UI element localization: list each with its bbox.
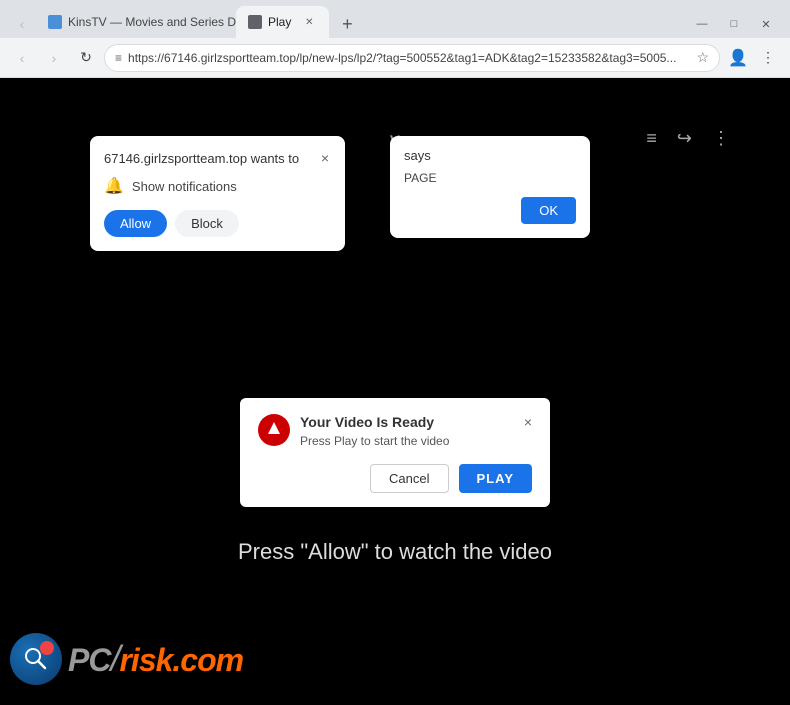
notif-permission-row: 🔔 Show notifications bbox=[104, 176, 331, 196]
cancel-button[interactable]: Cancel bbox=[370, 464, 448, 493]
chrome-browser-window: ‹ KinsTV — Movies and Series D... ✕ Play… bbox=[0, 0, 790, 705]
more-icon[interactable]: ⋮ bbox=[712, 128, 730, 149]
pcrisk-red-dot bbox=[40, 641, 54, 655]
forward-button[interactable]: › bbox=[40, 44, 68, 72]
new-tab-button[interactable]: + bbox=[333, 10, 361, 38]
tab-play[interactable]: Play ✕ bbox=[236, 6, 329, 38]
profile-icon[interactable]: 👤 bbox=[724, 44, 752, 72]
pcrisk-text: PC/risk.com bbox=[68, 638, 243, 680]
video-ready-popup: Your Video Is Ready Press Play to start … bbox=[240, 398, 550, 507]
refresh-button[interactable]: ↻ bbox=[72, 44, 100, 72]
notification-permission-popup: 67146.girlzsportteam.top wants to × 🔔 Sh… bbox=[90, 136, 345, 251]
tab-close-play[interactable]: ✕ bbox=[301, 14, 317, 30]
notif-popup-title: 67146.girlzsportteam.top wants to bbox=[104, 151, 299, 166]
press-allow-text: Press "Allow" to watch the video bbox=[238, 539, 552, 565]
tab-label-play: Play bbox=[268, 15, 291, 29]
video-popup-action-buttons: Cancel PLAY bbox=[258, 464, 532, 493]
list-icon[interactable]: ≡ bbox=[646, 128, 657, 149]
page-content: ∨ ≡ ↪ ⋮ 67146.girlzsportteam.top wants t… bbox=[0, 78, 790, 705]
pcrisk-logo: PC/risk.com bbox=[10, 633, 243, 685]
bell-icon: 🔔 bbox=[104, 176, 124, 196]
navigation-bar: ‹ › ↻ ≡ https://67146.girlzsportteam.top… bbox=[0, 38, 790, 78]
site-says-title: says bbox=[404, 148, 576, 163]
maximize-button[interactable]: □ bbox=[718, 10, 750, 38]
bookmark-star-icon[interactable]: ☆ bbox=[696, 49, 709, 66]
pcrisk-ball-icon bbox=[10, 633, 62, 685]
video-popup-title: Your Video Is Ready bbox=[300, 414, 524, 430]
nav-right-icons: 👤 ⋮ bbox=[724, 44, 782, 72]
site-says-popup: says PAGE OK bbox=[390, 136, 590, 238]
address-bar[interactable]: ≡ https://67146.girlzsportteam.top/lp/ne… bbox=[104, 44, 720, 72]
video-popup-header: Your Video Is Ready Press Play to start … bbox=[258, 414, 532, 448]
tab-back-btn[interactable]: ‹ bbox=[8, 10, 36, 38]
secure-icon: ≡ bbox=[115, 51, 122, 65]
notif-popup-header: 67146.girlzsportteam.top wants to × bbox=[104, 148, 331, 168]
notif-action-buttons: Allow Block bbox=[104, 210, 331, 237]
video-popup-icon bbox=[258, 414, 290, 446]
menu-button[interactable]: ⋮ bbox=[754, 44, 782, 72]
tab-favicon-play bbox=[248, 15, 262, 29]
video-popup-close-button[interactable]: × bbox=[524, 414, 532, 430]
video-popup-subtitle: Press Play to start the video bbox=[300, 434, 524, 448]
close-button[interactable]: ✕ bbox=[750, 10, 782, 38]
notif-popup-close-button[interactable]: × bbox=[319, 148, 331, 168]
back-button[interactable]: ‹ bbox=[8, 44, 36, 72]
tab-kinstvo[interactable]: KinsTV — Movies and Series D... ✕ bbox=[36, 6, 236, 38]
page-action-icons: ≡ ↪ ⋮ bbox=[646, 128, 730, 149]
tab-label-kinstvo: KinsTV — Movies and Series D... bbox=[68, 15, 236, 29]
allow-button[interactable]: Allow bbox=[104, 210, 167, 237]
play-button[interactable]: PLAY bbox=[459, 464, 532, 493]
tab-bar: ‹ KinsTV — Movies and Series D... ✕ Play… bbox=[0, 0, 790, 38]
video-background: ∨ ≡ ↪ ⋮ 67146.girlzsportteam.top wants t… bbox=[0, 78, 790, 705]
address-text: https://67146.girlzsportteam.top/lp/new-… bbox=[128, 51, 690, 65]
site-says-message: PAGE bbox=[404, 171, 576, 185]
block-button[interactable]: Block bbox=[175, 210, 239, 237]
notif-permission-label: Show notifications bbox=[132, 179, 237, 194]
minimize-button[interactable]: — bbox=[686, 10, 718, 38]
ok-button[interactable]: OK bbox=[521, 197, 576, 224]
video-popup-texts: Your Video Is Ready Press Play to start … bbox=[300, 414, 524, 448]
tab-favicon-kinstvo bbox=[48, 15, 62, 29]
share-icon[interactable]: ↪ bbox=[677, 128, 692, 149]
window-controls: — □ ✕ bbox=[686, 10, 790, 38]
